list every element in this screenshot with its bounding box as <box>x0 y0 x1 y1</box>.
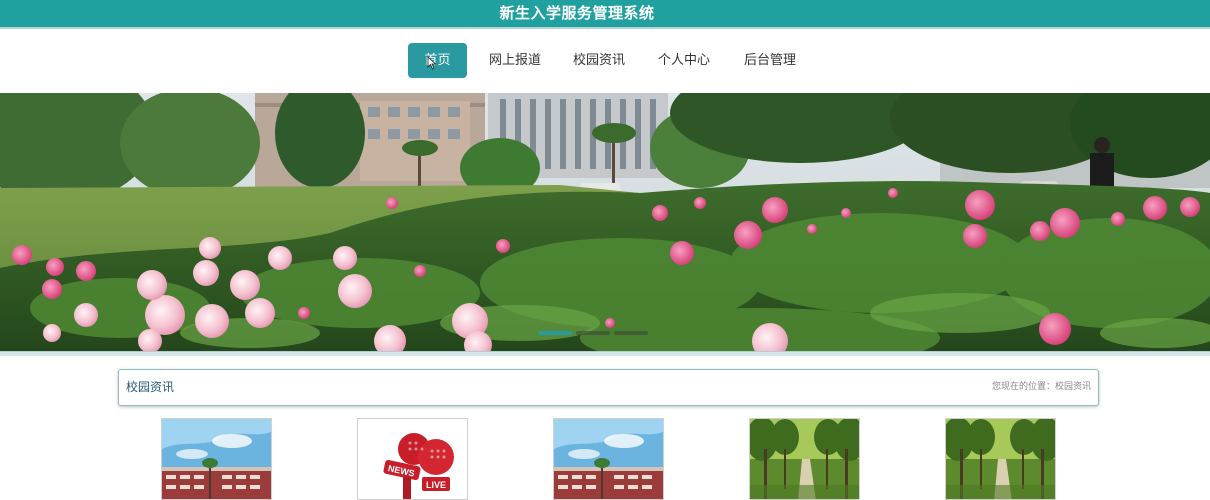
news-card-1[interactable] <box>161 418 272 500</box>
section-title: 校园资讯 <box>126 380 175 394</box>
news-card-2[interactable]: NEWS LIVE <box>357 418 468 500</box>
tree-path-image <box>750 419 859 499</box>
tree-path-image <box>946 419 1055 499</box>
main-nav: 首页 网上报道 校园资讯 个人中心 后台管理 <box>0 31 1210 93</box>
carousel-dot-2[interactable] <box>576 331 610 335</box>
carousel-dot-1[interactable] <box>538 331 572 335</box>
news-card-5[interactable] <box>945 418 1056 500</box>
breadcrumb-location: 您现在的位置：校园资讯 <box>991 382 1091 392</box>
nav-admin[interactable]: 后台管理 <box>737 43 803 78</box>
campus-building-image <box>554 419 663 499</box>
banner-divider <box>0 351 1210 356</box>
banner-image <box>0 93 1210 351</box>
nav-online-registration[interactable]: 网上报道 <box>482 43 548 78</box>
banner-carousel[interactable] <box>0 93 1210 351</box>
nav-home[interactable]: 首页 <box>408 43 467 78</box>
nav-campus-news[interactable]: 校园资讯 <box>566 43 632 78</box>
news-card-3[interactable] <box>553 418 664 500</box>
campus-building-image <box>162 419 271 499</box>
news-card-4[interactable] <box>749 418 860 500</box>
carousel-dot-3[interactable] <box>614 331 648 335</box>
site-title: 新生入学服务管理系统 <box>499 4 655 22</box>
news-microphone-image: NEWS LIVE <box>358 419 467 499</box>
news-section-header: 校园资讯 您现在的位置：校园资讯 <box>118 369 1099 406</box>
title-bar: 新生入学服务管理系统 <box>0 0 1210 29</box>
nav-personal-center[interactable]: 个人中心 <box>651 43 717 78</box>
svg-text:LIVE: LIVE <box>426 480 446 490</box>
